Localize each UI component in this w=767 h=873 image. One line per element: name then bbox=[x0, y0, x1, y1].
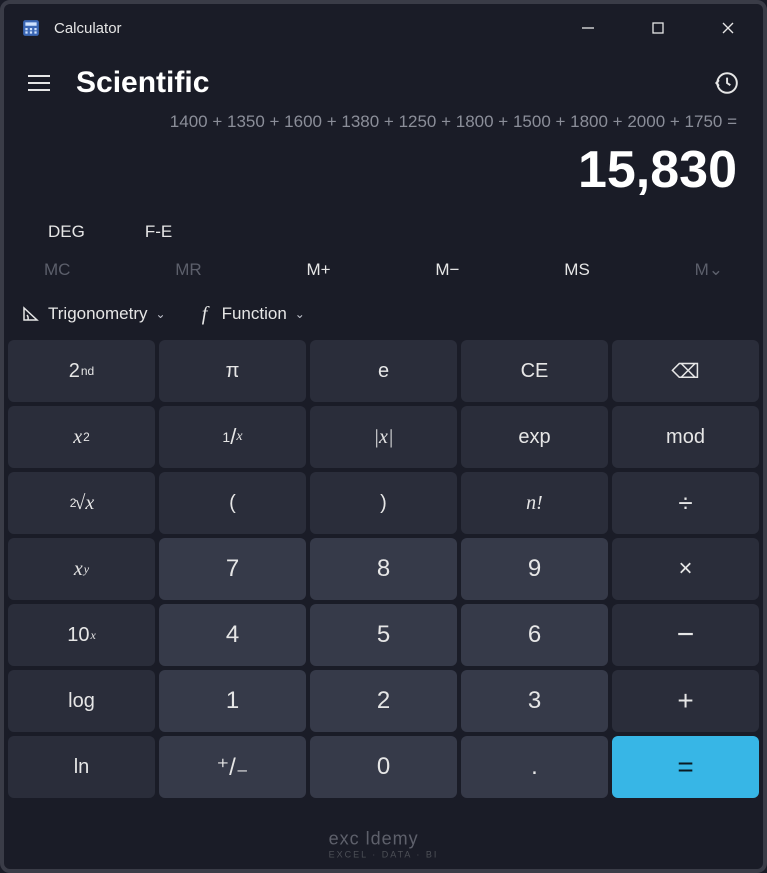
chevron-down-icon: ⌄ bbox=[295, 307, 305, 321]
display-area: 1400 + 1350 + 1600 + 1380 + 1250 + 1800 … bbox=[4, 102, 763, 208]
trigonometry-dropdown[interactable]: Trigonometry ⌄ bbox=[22, 304, 166, 324]
titlebar: Calculator bbox=[4, 4, 763, 52]
function-dropdown[interactable]: f Function ⌄ bbox=[196, 304, 305, 324]
memory-row: MC MR M+ M− MS M⌄ bbox=[4, 248, 763, 290]
memory-clear-button[interactable]: MC bbox=[44, 260, 70, 280]
digit-8-button[interactable]: 8 bbox=[310, 538, 457, 600]
equals-button[interactable]: = bbox=[612, 736, 759, 798]
maximize-button[interactable] bbox=[623, 4, 693, 52]
minimize-button[interactable] bbox=[553, 4, 623, 52]
second-button[interactable]: 2nd bbox=[8, 340, 155, 402]
menu-button[interactable] bbox=[28, 68, 58, 98]
ten-power-button[interactable]: 10x bbox=[8, 604, 155, 666]
power-button[interactable]: xy bbox=[8, 538, 155, 600]
multiply-button[interactable]: × bbox=[612, 538, 759, 600]
deg-toggle[interactable]: DEG bbox=[48, 222, 85, 242]
divide-button[interactable]: ÷ bbox=[612, 472, 759, 534]
watermark: exc ldemy EXCEL · DATA · BI bbox=[329, 829, 439, 860]
rparen-button[interactable]: ) bbox=[310, 472, 457, 534]
chevron-down-icon: ⌄ bbox=[156, 307, 166, 321]
memory-minus-button[interactable]: M− bbox=[435, 260, 459, 280]
digit-9-button[interactable]: 9 bbox=[461, 538, 608, 600]
memory-recall-button[interactable]: MR bbox=[175, 260, 201, 280]
backspace-button[interactable]: ⌫ bbox=[612, 340, 759, 402]
history-button[interactable] bbox=[713, 70, 739, 96]
mode-label: Scientific bbox=[76, 66, 209, 100]
keypad: 2nd π e CE ⌫ x2 1/x |x| exp mod 2√x ( ) … bbox=[4, 336, 763, 802]
ln-button[interactable]: ln bbox=[8, 736, 155, 798]
close-button[interactable] bbox=[693, 4, 763, 52]
mod-button[interactable]: mod bbox=[612, 406, 759, 468]
negate-button[interactable]: ⁺/₋ bbox=[159, 736, 306, 798]
decimal-button[interactable]: . bbox=[461, 736, 608, 798]
e-button[interactable]: e bbox=[310, 340, 457, 402]
digit-0-button[interactable]: 0 bbox=[310, 736, 457, 798]
fe-toggle[interactable]: F-E bbox=[145, 222, 172, 242]
function-dropdowns: Trigonometry ⌄ f Function ⌄ bbox=[4, 290, 763, 336]
result-text: 15,830 bbox=[30, 140, 737, 200]
pi-button[interactable]: π bbox=[159, 340, 306, 402]
expression-text: 1400 + 1350 + 1600 + 1380 + 1250 + 1800 … bbox=[30, 112, 737, 134]
log-button[interactable]: log bbox=[8, 670, 155, 732]
reciprocal-button[interactable]: 1/x bbox=[159, 406, 306, 468]
function-label: Function bbox=[222, 304, 287, 324]
x-squared-button[interactable]: x2 bbox=[8, 406, 155, 468]
ce-button[interactable]: CE bbox=[461, 340, 608, 402]
memory-list-button[interactable]: M⌄ bbox=[695, 260, 723, 280]
window-title: Calculator bbox=[54, 20, 122, 37]
factorial-button[interactable]: n! bbox=[461, 472, 608, 534]
calculator-app-icon bbox=[22, 19, 40, 37]
digit-3-button[interactable]: 3 bbox=[461, 670, 608, 732]
header: Scientific bbox=[4, 52, 763, 102]
lparen-button[interactable]: ( bbox=[159, 472, 306, 534]
digit-7-button[interactable]: 7 bbox=[159, 538, 306, 600]
digit-2-button[interactable]: 2 bbox=[310, 670, 457, 732]
subtract-button[interactable]: − bbox=[612, 604, 759, 666]
memory-store-button[interactable]: MS bbox=[564, 260, 590, 280]
abs-button[interactable]: |x| bbox=[310, 406, 457, 468]
digit-1-button[interactable]: 1 bbox=[159, 670, 306, 732]
digit-4-button[interactable]: 4 bbox=[159, 604, 306, 666]
function-icon: f bbox=[196, 305, 214, 323]
angle-format-row: DEG F-E bbox=[4, 208, 763, 248]
angle-icon bbox=[22, 305, 40, 323]
add-button[interactable]: + bbox=[612, 670, 759, 732]
digit-6-button[interactable]: 6 bbox=[461, 604, 608, 666]
square-root-button[interactable]: 2√x bbox=[8, 472, 155, 534]
digit-5-button[interactable]: 5 bbox=[310, 604, 457, 666]
memory-plus-button[interactable]: M+ bbox=[307, 260, 331, 280]
trigonometry-label: Trigonometry bbox=[48, 304, 148, 324]
exp-button[interactable]: exp bbox=[461, 406, 608, 468]
